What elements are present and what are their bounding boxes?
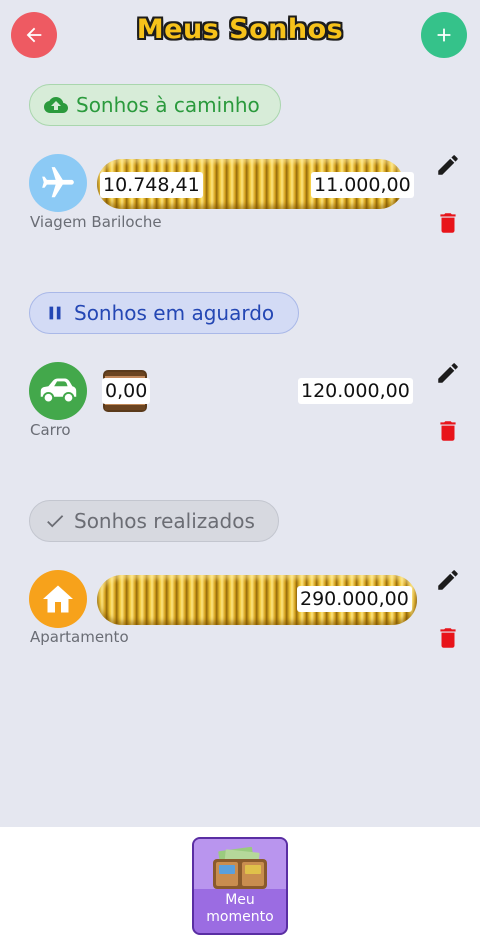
delete-button[interactable] <box>433 623 463 653</box>
label-line-1: Meu <box>225 892 255 908</box>
plus-icon <box>437 28 451 42</box>
edit-button[interactable] <box>433 565 463 595</box>
label-line-2: momento <box>206 909 274 925</box>
trash-icon <box>440 213 456 233</box>
goal-amount: 11.000,00 <box>311 172 414 198</box>
cloud-upload-icon <box>44 93 68 117</box>
trash-icon <box>440 421 456 441</box>
current-amount: 10.748,41 <box>100 172 203 198</box>
car-icon <box>40 378 77 404</box>
wallet-icon <box>213 847 267 889</box>
edit-button[interactable] <box>433 150 463 180</box>
airplane-icon <box>42 167 74 198</box>
current-amount: 290.000,00 <box>297 586 412 612</box>
check-icon <box>44 510 66 532</box>
dream-avatar-travel <box>29 154 87 212</box>
trash-icon <box>440 628 456 648</box>
my-moment-button[interactable]: Meu momento <box>192 837 288 935</box>
dream-name: Carro <box>30 421 71 439</box>
section-header-waiting: Sonhos em aguardo <box>29 292 299 334</box>
delete-button[interactable] <box>433 416 463 446</box>
app-header: Meus Sonhos <box>0 0 480 72</box>
section-label: Sonhos em aguardo <box>74 301 275 325</box>
dream-name: Viagem Bariloche <box>30 213 162 231</box>
delete-button[interactable] <box>433 208 463 238</box>
section-header-in-progress: Sonhos à caminho <box>29 84 281 126</box>
current-amount: 0,00 <box>102 378 151 404</box>
section-header-achieved: Sonhos realizados <box>29 500 279 542</box>
section-label: Sonhos realizados <box>74 509 255 533</box>
section-label: Sonhos à caminho <box>76 93 260 117</box>
pencil-icon <box>438 363 458 383</box>
dream-name: Apartamento <box>30 628 129 646</box>
home-icon <box>43 585 73 613</box>
pencil-icon <box>438 570 458 590</box>
dream-avatar-car <box>29 362 87 420</box>
add-dream-button[interactable] <box>421 12 467 58</box>
my-moment-label: Meu momento <box>194 892 286 926</box>
page-title: Meus Sonhos <box>136 14 344 45</box>
pencil-icon <box>438 155 458 175</box>
pause-icon <box>44 302 66 324</box>
dream-avatar-home <box>29 570 87 628</box>
goal-amount: 120.000,00 <box>298 378 413 404</box>
edit-button[interactable] <box>433 358 463 388</box>
